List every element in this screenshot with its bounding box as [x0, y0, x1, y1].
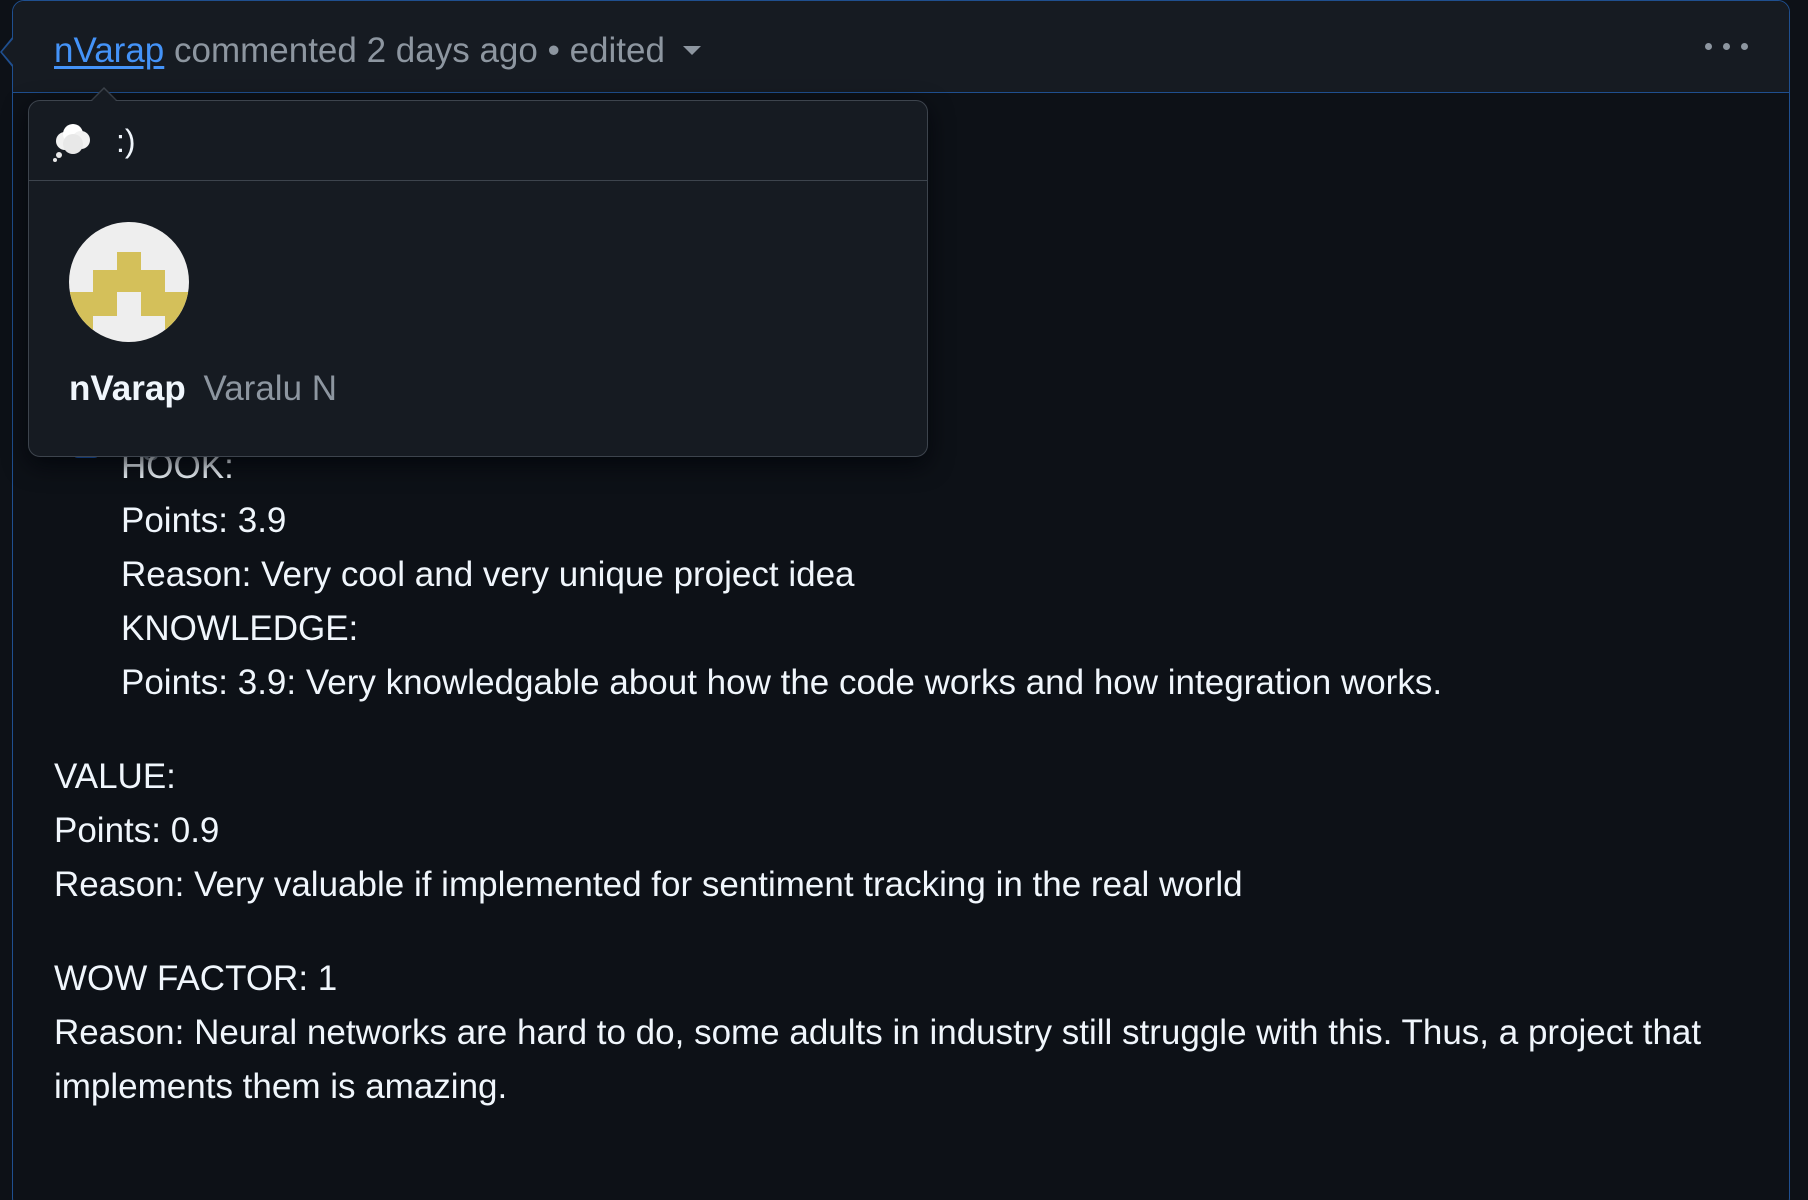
chevron-down-icon — [682, 46, 701, 56]
hook-reason: Reason: Very cool and very unique projec… — [121, 555, 855, 594]
comment-header: nVarap commented 2 days ago • edited — [13, 1, 1789, 93]
edited-label: edited — [569, 31, 665, 70]
wow-reason-line2: implements them is amazing. — [54, 1067, 508, 1106]
thought-balloon-icon — [53, 124, 90, 162]
hovercard-pointer-inner — [92, 89, 116, 101]
identicon — [69, 252, 189, 342]
value-reason: Reason: Very valuable if implemented for… — [54, 865, 1243, 904]
hovercard-login[interactable]: nVarap — [69, 369, 186, 408]
author-link[interactable]: nVarap — [54, 31, 164, 70]
value-points: Points: 0.9 — [54, 811, 220, 850]
comment-action: commented — [174, 31, 357, 70]
comment-timestamp[interactable]: 2 days ago — [367, 31, 538, 70]
hook-points: Points: 3.9 — [121, 501, 287, 540]
hovercard-full-name[interactable]: Varalu N — [203, 369, 337, 408]
wow-heading: WOW FACTOR: 1 — [54, 959, 338, 998]
more-options-button[interactable] — [1705, 31, 1749, 61]
page: nVarap commented 2 days ago • edited Agi… — [0, 0, 1808, 1200]
kebab-dot — [1741, 43, 1748, 50]
comment-body: HOOK: Points: 3.9 Reason: Very cool and … — [54, 440, 1701, 1114]
edited-dropdown[interactable]: edited — [570, 31, 701, 70]
knowledge-heading: KNOWLEDGE: — [121, 609, 359, 648]
kebab-dot — [1723, 43, 1730, 50]
knowledge-points: Points: 3.9: Very knowledgable about how… — [121, 663, 1443, 702]
comment-header-text: nVarap commented 2 days ago • edited — [54, 29, 701, 73]
value-heading: VALUE: — [54, 757, 176, 796]
kebab-horizontal-icon — [1705, 43, 1712, 50]
separator-dot: • — [547, 31, 560, 70]
user-status[interactable]: :) — [29, 101, 927, 181]
user-hovercard: :) nVarap Varalu N — [28, 100, 928, 457]
avatar[interactable] — [69, 222, 189, 342]
hovercard-profile-line: nVarap Varalu N — [69, 367, 337, 411]
status-text: :) — [116, 123, 136, 159]
wow-reason-line1: Reason: Neural networks are hard to do, … — [54, 1013, 1702, 1052]
